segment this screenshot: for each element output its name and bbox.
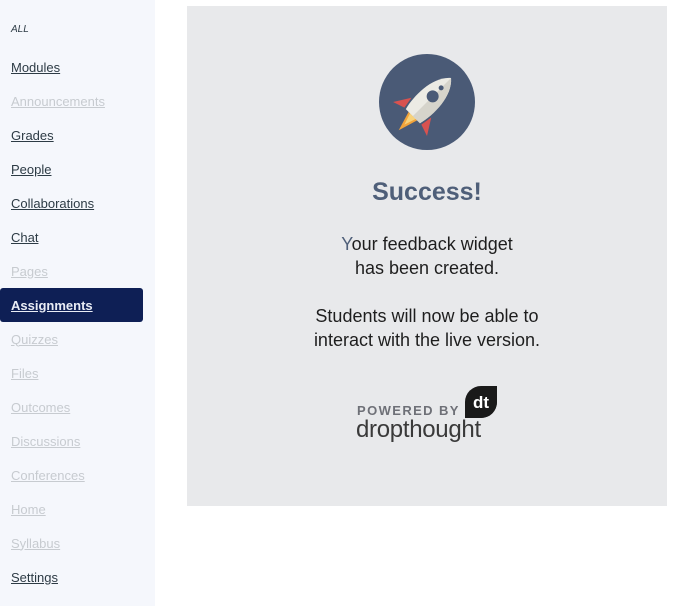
success-title: Success!: [372, 178, 482, 206]
sidebar-item-discussions[interactable]: Discussions: [0, 424, 143, 458]
sidebar-all-label: ALL: [11, 24, 29, 35]
sidebar-item-settings[interactable]: Settings: [0, 560, 143, 594]
sidebar-item-modules[interactable]: Modules: [0, 50, 143, 84]
course-navigation-sidebar: ALL Modules Announcements Grades People Coll…: [0, 0, 155, 606]
rocket-icon: [379, 54, 475, 150]
sidebar-item-quizzes[interactable]: Quizzes: [0, 322, 143, 356]
dropthought-logo-icon: dt: [465, 386, 497, 418]
message-line-4: interact with the live version.: [313, 330, 541, 350]
sidebar-item-files[interactable]: Files: [0, 356, 143, 390]
sidebar-item-home[interactable]: Home: [0, 492, 143, 526]
sidebar-item-announcements[interactable]: Announcements: [0, 84, 143, 118]
dt-logo-text: dt: [473, 393, 489, 412]
message-line-3: Students will now be able to: [315, 306, 539, 326]
sidebar-item-pages[interactable]: Pages: [0, 254, 143, 288]
students-message: Students will now be able to interact wi…: [187, 304, 667, 352]
dropthought-brand: dropthought: [356, 416, 481, 443]
sidebar-item-syllabus[interactable]: Syllabus: [0, 526, 143, 560]
message-first-letter: Y: [341, 234, 352, 254]
sidebar-item-conferences[interactable]: Conferences: [0, 458, 143, 492]
sidebar-item-people[interactable]: People: [0, 152, 143, 186]
success-message: Your feedback widget has been created.: [187, 232, 667, 280]
message-line-2: has been created.: [354, 258, 500, 278]
message-line-1: our feedback widget: [351, 234, 513, 254]
success-card: Success! Your feedback widget has been c…: [187, 6, 667, 506]
sidebar-item-chat[interactable]: Chat: [0, 220, 143, 254]
sidebar-item-outcomes[interactable]: Outcomes: [0, 390, 143, 424]
sidebar-item-collaborations[interactable]: Collaborations: [0, 186, 143, 220]
sidebar-item-assignments[interactable]: Assignments: [0, 288, 143, 322]
sidebar-item-grades[interactable]: Grades: [0, 118, 143, 152]
